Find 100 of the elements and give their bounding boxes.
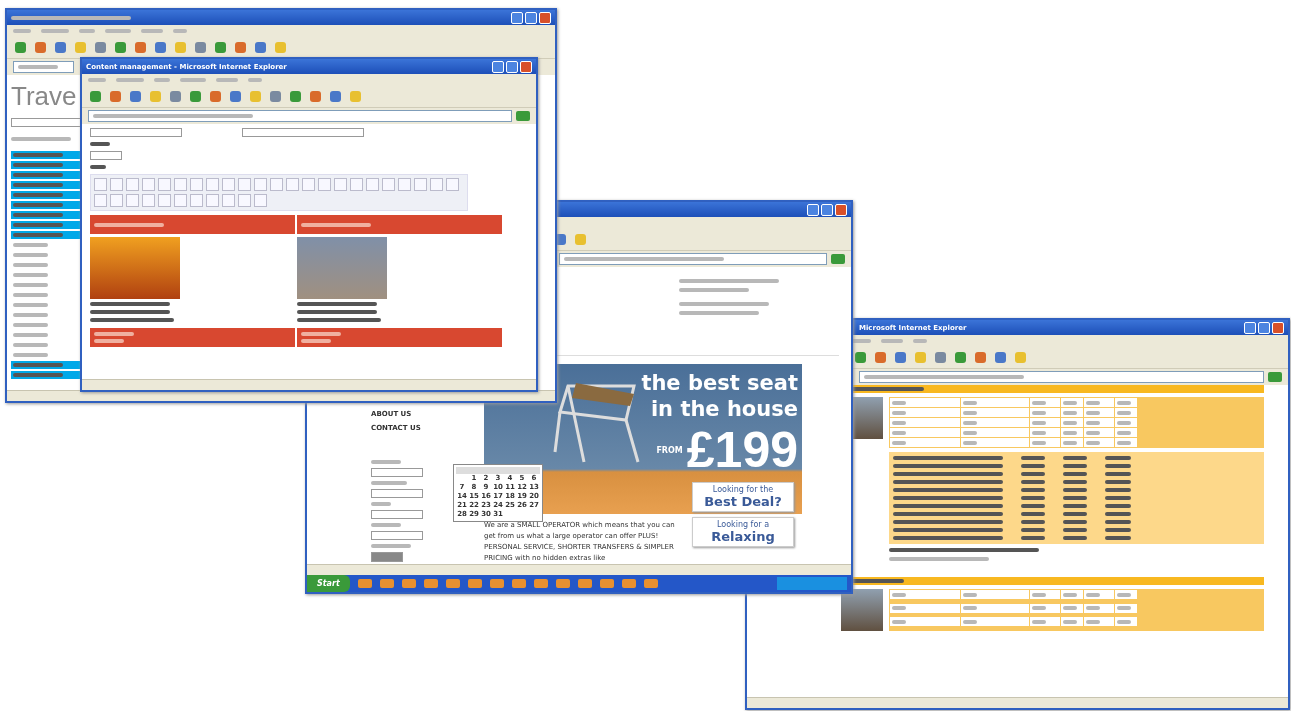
start-button[interactable]: Start	[307, 575, 350, 592]
editor-tool-icon[interactable]	[190, 194, 203, 207]
toolbar-icon[interactable]	[110, 90, 121, 102]
search-field[interactable]	[11, 118, 83, 127]
editor-tool-icon[interactable]	[110, 194, 123, 207]
departure-select[interactable]	[371, 489, 423, 498]
editor-tool-icon[interactable]	[238, 194, 251, 207]
editor-tool-icon[interactable]	[174, 194, 187, 207]
toolbar-icon[interactable]	[210, 90, 221, 102]
taskbar-icon[interactable]	[599, 579, 614, 588]
sidebar-item[interactable]	[11, 221, 83, 229]
maximize-button[interactable]	[506, 60, 518, 73]
toolbar-icon[interactable]	[90, 90, 101, 102]
editor-tool-icon[interactable]	[126, 194, 139, 207]
editor-tool-icon[interactable]	[158, 178, 171, 191]
maximize-button[interactable]	[1258, 321, 1270, 334]
editor-tool-icon[interactable]	[254, 194, 267, 207]
editor-tool-icon[interactable]	[206, 194, 219, 207]
destination-select[interactable]	[371, 531, 423, 540]
address-field[interactable]	[559, 253, 827, 265]
editor-tool-icon[interactable]	[126, 178, 139, 191]
toolbar-icon[interactable]	[15, 41, 26, 53]
taskbar-icon[interactable]	[533, 579, 548, 588]
editor-tool-icon[interactable]	[334, 178, 347, 191]
toolbar-icon[interactable]	[190, 90, 201, 102]
toolbar-icon[interactable]	[310, 90, 321, 102]
taskbar-icon[interactable]	[643, 579, 658, 588]
editor-tool-icon[interactable]	[222, 194, 235, 207]
editor-tool-icon[interactable]	[94, 178, 107, 191]
editor-tool-icon[interactable]	[174, 178, 187, 191]
editor-tool-icon[interactable]	[190, 178, 203, 191]
editor-tool-icon[interactable]	[398, 178, 411, 191]
type-select[interactable]	[371, 510, 423, 519]
taskbar-icon[interactable]	[379, 579, 394, 588]
minimize-button[interactable]	[807, 203, 819, 216]
go-button[interactable]	[1268, 372, 1282, 382]
text-field[interactable]	[90, 128, 182, 137]
go-button[interactable]	[831, 254, 845, 264]
toolbar-icon[interactable]	[855, 351, 866, 363]
language-select[interactable]	[242, 128, 364, 137]
toolbar-icon[interactable]	[270, 90, 281, 102]
minimize-button[interactable]	[492, 60, 504, 73]
toolbar-icon[interactable]	[35, 41, 46, 53]
toolbar-icon[interactable]	[195, 41, 206, 53]
toolbar-icon[interactable]	[975, 351, 986, 363]
taskbar-icon[interactable]	[621, 579, 636, 588]
taskbar-icon[interactable]	[445, 579, 460, 588]
editor-tool-icon[interactable]	[382, 178, 395, 191]
toolbar-icon[interactable]	[55, 41, 66, 53]
editor-tool-icon[interactable]	[318, 178, 331, 191]
editor-tool-icon[interactable]	[94, 194, 107, 207]
editor-tool-icon[interactable]	[286, 178, 299, 191]
toolbar-icon[interactable]	[115, 41, 126, 53]
editor-tool-icon[interactable]	[350, 178, 363, 191]
editor-tool-icon[interactable]	[302, 178, 315, 191]
toolbar-icon[interactable]	[155, 41, 166, 53]
date-select[interactable]	[371, 468, 423, 477]
toolbar-icon[interactable]	[130, 90, 141, 102]
editor-tool-icon[interactable]	[254, 178, 267, 191]
minimize-button[interactable]	[1244, 321, 1256, 334]
close-button[interactable]	[835, 203, 847, 216]
sidebar-item[interactable]	[11, 161, 83, 169]
toolbar-icon[interactable]	[95, 41, 106, 53]
close-button[interactable]	[520, 60, 532, 73]
taskbar-icon[interactable]	[577, 579, 592, 588]
close-button[interactable]	[539, 11, 551, 24]
editor-tool-icon[interactable]	[238, 178, 251, 191]
toolbar-icon[interactable]	[895, 351, 906, 363]
toolbar-icon[interactable]	[875, 351, 886, 363]
sidebar-item[interactable]	[11, 211, 83, 219]
sidebar-item[interactable]	[11, 201, 83, 209]
editor-tool-icon[interactable]	[270, 178, 283, 191]
taskbar-icon[interactable]	[357, 579, 372, 588]
taskbar-icon[interactable]	[401, 579, 416, 588]
editor-tool-icon[interactable]	[142, 178, 155, 191]
editor-tool-icon[interactable]	[414, 178, 427, 191]
toolbar-icon[interactable]	[170, 90, 181, 102]
toolbar-icon[interactable]	[995, 351, 1006, 363]
taskbar-icon[interactable]	[423, 579, 438, 588]
language-select[interactable]	[90, 151, 122, 160]
toolbar-icon[interactable]	[330, 90, 341, 102]
sidebar-item[interactable]	[11, 371, 83, 379]
toolbar-icon[interactable]	[955, 351, 966, 363]
address-field[interactable]	[88, 110, 512, 122]
toolbar-icon[interactable]	[235, 41, 246, 53]
editor-tool-icon[interactable]	[430, 178, 443, 191]
maximize-button[interactable]	[525, 11, 537, 24]
editor-tool-icon[interactable]	[446, 178, 459, 191]
editor-tool-icon[interactable]	[142, 194, 155, 207]
sidebar-item[interactable]	[11, 191, 83, 199]
editor-tool-icon[interactable]	[110, 178, 123, 191]
address-field[interactable]	[859, 371, 1264, 383]
address-field[interactable]	[13, 61, 74, 73]
minimize-button[interactable]	[511, 11, 523, 24]
sidebar-item[interactable]	[11, 171, 83, 179]
promo-card[interactable]: Looking for the Best Deal?	[692, 482, 794, 512]
taskbar-icon[interactable]	[511, 579, 526, 588]
close-button[interactable]	[1272, 321, 1284, 334]
editor-tool-icon[interactable]	[366, 178, 379, 191]
taskbar-icon[interactable]	[489, 579, 504, 588]
